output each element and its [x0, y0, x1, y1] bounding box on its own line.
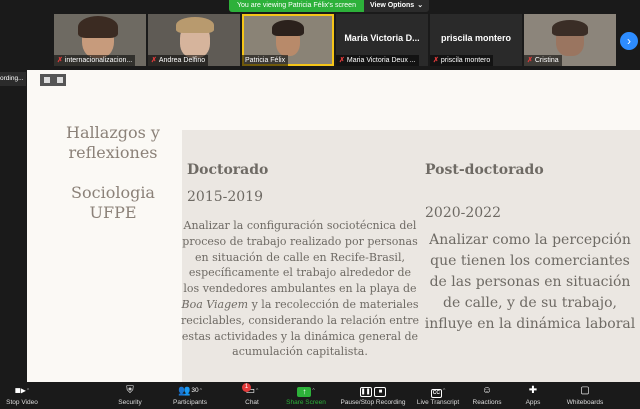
pause-recording-label: Pause/Stop Recording	[340, 399, 406, 406]
share-screen-button[interactable]: ↑ ^ Share Screen	[283, 382, 329, 409]
participants-button[interactable]: 👥30^ Participants	[166, 382, 214, 409]
share-screen-icon: ↑ ^	[283, 384, 329, 398]
share-screen-label: Share Screen	[286, 399, 326, 406]
reactions-button[interactable]: ☺ Reactions	[468, 382, 506, 409]
next-page-button[interactable]: ›	[620, 32, 638, 50]
participant-hair	[176, 17, 214, 33]
recording-indicator[interactable]: ording...	[0, 72, 26, 86]
slide-controls[interactable]	[40, 74, 66, 86]
mic-muted-icon: ✗	[151, 57, 157, 64]
participant-tile-active-speaker[interactable]: Patricia Félix	[242, 14, 334, 66]
screen-share-banner: You are viewing Patricia Félix's screen …	[229, 0, 439, 12]
chat-button[interactable]: 1 ▭^ Chat	[232, 382, 272, 409]
mic-muted-icon: ✗	[433, 57, 439, 64]
apps-button[interactable]: ✚ Apps	[515, 382, 551, 409]
zoom-window: You are viewing Patricia Félix's screen …	[0, 0, 640, 409]
participant-name-bar: ✗ Cristina	[524, 55, 562, 66]
participant-tile[interactable]: Maria Victoria D... ✗ Maria Victoria Deux…	[336, 14, 428, 66]
column-heading-postdoc: Post-doctorado	[425, 162, 544, 178]
chat-bubble-icon: ▭^	[245, 385, 259, 397]
video-camera-icon: ■▸^	[14, 385, 30, 397]
participant-name: Patricia Félix	[245, 57, 286, 64]
apps-grid-icon: ✚	[528, 385, 538, 396]
slide-subtitle: Sociologia UFPE	[71, 183, 155, 222]
participant-name-bar: Patricia Félix	[242, 55, 289, 66]
participant-display-name: Maria Victoria D...	[344, 33, 420, 43]
whiteboards-label: Whiteboards	[566, 399, 604, 406]
text-emphasis: Boa Viagem	[181, 297, 249, 311]
security-label: Security	[118, 399, 142, 406]
whiteboard-icon: ▢	[580, 385, 590, 396]
participants-icon: 👥30^	[177, 385, 203, 397]
column-text-postdoc: Analizar como la percepción que tienen l…	[424, 232, 636, 332]
column-heading-doctorado: Doctorado	[187, 162, 269, 178]
participants-count: 30	[191, 387, 199, 394]
whiteboards-button[interactable]: ▢ Whiteboards	[560, 382, 610, 409]
pause-recording-button[interactable]: ❚❚ ■ Pause/Stop Recording	[336, 382, 410, 409]
participant-hair	[552, 20, 588, 36]
participant-hair	[78, 16, 118, 38]
live-transcript-label: Live Transcript	[416, 399, 460, 406]
participant-name: Andrea Delfino	[158, 57, 206, 64]
chat-label: Chat	[245, 399, 259, 406]
participant-hair	[272, 20, 304, 36]
mic-muted-icon: ✗	[57, 57, 63, 64]
meeting-toolbar: ■▸^ Stop Video ⛨ Security 👥30^ Participa…	[0, 382, 640, 409]
participant-name: Maria Victoria Deux ...	[346, 57, 416, 64]
participant-display-name: priscila montero	[440, 33, 512, 43]
pause-stop-icon: ❚❚ ■	[336, 384, 410, 398]
participant-name: Cristina	[534, 57, 559, 64]
shield-icon: ⛨	[126, 385, 134, 396]
smiley-icon: ☺	[481, 385, 493, 396]
participant-tile[interactable]: ✗ Andrea Delfino	[148, 14, 240, 66]
participant-name: internacionalizacion...	[64, 57, 133, 64]
participant-name-bar: ✗ Maria Victoria Deux ...	[336, 55, 419, 66]
column-text-doctorado: Analizar la configuración sociotécnica d…	[180, 218, 420, 360]
participant-gallery: ✗ internacionalizacion... ✗ Andrea Delfino…	[0, 12, 640, 68]
text-part: Analizar la configuración sociotécnica d…	[182, 219, 418, 296]
apps-label: Apps	[525, 399, 541, 406]
view-options-button[interactable]: View Options ⌄	[363, 0, 430, 12]
shared-screen: Hallazgos y reflexiones Sociologia UFPE …	[27, 70, 640, 382]
viewing-screen-label: You are viewing Patricia Félix's screen	[229, 0, 364, 12]
security-button[interactable]: ⛨ Security	[110, 382, 150, 409]
closed-caption-icon: CC ^	[430, 388, 446, 398]
control-square-icon	[56, 77, 63, 83]
column-years-postdoc: 2020-2022	[425, 205, 501, 221]
live-transcript-button[interactable]: CC ^ Live Transcript	[413, 382, 463, 409]
participants-label: Participants	[173, 399, 207, 406]
chat-unread-badge: 1	[242, 383, 251, 392]
mic-muted-icon: ✗	[527, 57, 533, 64]
participant-tile[interactable]: ✗ internacionalizacion...	[54, 14, 146, 66]
view-options-label: View Options	[369, 2, 415, 9]
column-years-doctorado: 2015-2019	[187, 189, 263, 205]
participant-tile[interactable]: ✗ Cristina	[524, 14, 616, 66]
participant-name-bar: ✗ priscila montero	[430, 55, 494, 66]
participant-name: priscila montero	[440, 57, 491, 64]
participant-name-bar: ✗ internacionalizacion...	[54, 55, 136, 66]
reactions-label: Reactions	[472, 399, 502, 406]
participant-name-bar: ✗ Andrea Delfino	[148, 55, 209, 66]
stop-video-button[interactable]: ■▸^ Stop Video	[2, 382, 42, 409]
chevron-down-icon: ⌄	[417, 2, 424, 9]
mic-muted-icon: ✗	[339, 57, 345, 64]
slide-title: Hallazgos y reflexiones	[66, 123, 160, 162]
participant-tile[interactable]: priscila montero ✗ priscila montero	[430, 14, 522, 66]
control-square-icon	[43, 77, 50, 83]
stop-video-label: Stop Video	[6, 399, 38, 406]
